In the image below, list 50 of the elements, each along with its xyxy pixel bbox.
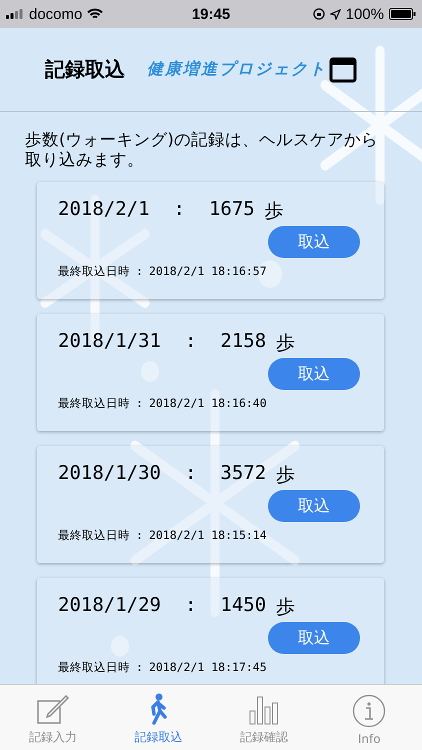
import-button[interactable]: 取込 (268, 226, 360, 258)
tab-item[interactable]: 記録入力 (0, 685, 106, 750)
import-button[interactable]: 取込 (268, 358, 360, 390)
tab-item[interactable]: 記録確認 (211, 685, 316, 750)
separator-text: : (136, 528, 143, 543)
intro-text: 歩数(ウォーキング)の記録は、ヘルスケアから取り込みます。 (25, 130, 379, 170)
tab-item[interactable]: 記録取込 (106, 685, 211, 750)
project-title: 健康増進プロジェクト (147, 59, 327, 80)
step-count: 2158 (220, 330, 266, 354)
page-title: 記録取込 (45, 56, 125, 83)
record-date: 2018/1/29 (58, 594, 161, 618)
last-import-time: 2018/2/1 18:16:57 (148, 264, 267, 279)
step-unit: 歩 (276, 463, 296, 488)
step-count: 1675 (208, 198, 255, 222)
carrier-name: docomo (29, 6, 82, 22)
pencil-square-icon (36, 693, 70, 725)
info-icon (352, 694, 386, 728)
last-import-time: 2018/2/1 18:17:45 (148, 660, 267, 675)
signal-icon (6, 9, 24, 19)
wifi-icon (87, 8, 104, 20)
import-button[interactable]: 取込 (268, 490, 360, 522)
tab-item[interactable]: Info (316, 685, 422, 750)
separator-text: : (184, 330, 196, 354)
step-unit: 歩 (264, 199, 284, 224)
separator-text: : (136, 264, 143, 279)
last-import-label: 最終取込日時 (58, 528, 130, 543)
record-date: 2018/2/1 (58, 198, 150, 222)
separator-text: : (136, 396, 143, 411)
separator-text: : (174, 198, 185, 222)
battery-percent: 100% (346, 6, 384, 22)
last-import-time: 2018/2/1 18:15:14 (148, 528, 267, 543)
step-count: 3572 (220, 462, 266, 486)
step-count: 1450 (220, 594, 266, 618)
separator-text: : (184, 594, 196, 618)
rotation-lock-icon (312, 8, 325, 20)
step-unit: 歩 (276, 331, 296, 356)
last-import-label: 最終取込日時 (58, 396, 130, 411)
import-button[interactable]: 取込 (268, 622, 360, 654)
step-unit: 歩 (276, 595, 296, 620)
last-import-label: 最終取込日時 (58, 660, 130, 675)
clock-time: 19:45 (192, 6, 230, 22)
separator-text: : (136, 660, 143, 675)
battery-icon (389, 8, 416, 20)
record-date: 2018/1/30 (58, 462, 161, 486)
last-import-label: 最終取込日時 (58, 264, 130, 279)
window-icon[interactable] (329, 56, 357, 82)
last-import-time: 2018/2/1 18:16:40 (148, 396, 267, 411)
record-date: 2018/1/31 (58, 330, 161, 354)
location-icon (330, 8, 341, 20)
separator-text: : (184, 462, 196, 486)
